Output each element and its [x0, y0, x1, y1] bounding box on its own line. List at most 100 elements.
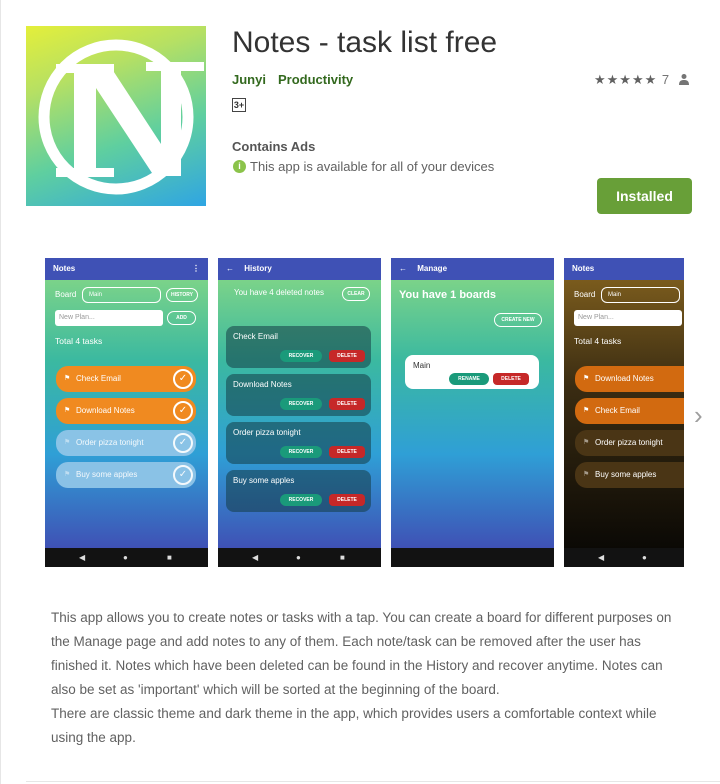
nav-home-icon: ● [123, 553, 128, 562]
task-item: ⚑ Order pizza tonight [575, 430, 684, 456]
task-label: Buy some apples [76, 470, 138, 479]
rating: ★★★★★ 7 [594, 72, 670, 88]
flag-icon: ⚑ [583, 471, 590, 478]
notes-n-logo-icon [38, 39, 204, 195]
description-paragraph: There are classic theme and dark theme i… [51, 706, 657, 745]
back-arrow-icon: ← [226, 264, 234, 273]
delete-button: DELETE [329, 350, 365, 362]
app-icon [26, 26, 206, 206]
task-label: Download Notes [595, 374, 654, 383]
history-item: Check Email RECOVER DELETE [226, 326, 371, 368]
android-nav-bar: ◀ ● [564, 548, 684, 567]
check-icon: ✓ [173, 401, 193, 421]
app-bar: Notes ⋮ [45, 258, 208, 280]
installed-button[interactable]: Installed [597, 178, 692, 214]
history-item-label: Download Notes [233, 380, 292, 389]
task-item: ⚑ Buy some apples ✓ [56, 462, 196, 488]
history-button: HISTORY [166, 288, 198, 302]
history-item-label: Check Email [233, 332, 278, 341]
flag-icon: ⚑ [583, 439, 590, 446]
history-item: Buy some apples RECOVER DELETE [226, 470, 371, 512]
screenshot-notes-dark[interactable]: Notes Board Main New Plan... Total 4 tas… [564, 258, 684, 567]
app-bar: ← Manage [391, 258, 554, 280]
screen-title: Notes [572, 264, 595, 273]
flag-icon: ⚑ [583, 407, 590, 414]
recover-button: RECOVER [280, 398, 322, 410]
delete-button: DELETE [329, 494, 365, 506]
screen-title: Notes [53, 264, 76, 273]
delete-button: DELETE [329, 398, 365, 410]
availability-text: This app is available for all of your de… [250, 159, 495, 174]
info-icon: i [233, 160, 246, 173]
left-divider [0, 0, 1, 784]
android-nav-bar [391, 548, 554, 567]
nav-home-icon: ● [296, 553, 301, 562]
board-select: Main [601, 287, 680, 303]
screenshot-notes-light[interactable]: Notes ⋮ Board Main HISTORY New Plan... A… [45, 258, 208, 567]
nav-home-icon: ● [642, 553, 647, 562]
check-icon: ✓ [173, 369, 193, 389]
delete-button: DELETE [329, 446, 365, 458]
rename-button: RENAME [449, 373, 489, 385]
contains-ads-label: Contains Ads [232, 139, 316, 154]
history-item-label: Buy some apples [233, 476, 295, 485]
task-item: ⚑ Buy some apples [575, 462, 684, 488]
board-name: Main [413, 361, 431, 370]
chevron-right-icon[interactable]: › [694, 400, 703, 431]
deleted-count-text: You have 4 deleted notes [234, 288, 325, 297]
nav-recent-icon: ■ [340, 553, 345, 562]
app-bar: ← History [218, 258, 381, 280]
clear-button: CLEAR [342, 287, 370, 301]
task-label: Download Notes [76, 406, 135, 415]
task-label: Check Email [76, 374, 121, 383]
android-nav-bar: ◀ ● ■ [218, 548, 381, 567]
rating-count: 7 [661, 72, 671, 87]
check-icon: ✓ [173, 433, 193, 453]
description-paragraph: This app allows you to create notes or t… [51, 610, 672, 697]
task-item: ⚑ Check Email [575, 398, 684, 424]
nav-back-icon: ◀ [598, 553, 605, 562]
screen-title: Manage [417, 264, 448, 273]
nav-recent-icon: ■ [167, 553, 172, 562]
total-tasks: Total 4 tasks [574, 336, 622, 346]
app-description: This app allows you to create notes or t… [51, 606, 691, 750]
task-item: ⚑ Download Notes [575, 366, 684, 392]
menu-icon: ⋮ [192, 264, 200, 273]
recover-button: RECOVER [280, 446, 322, 458]
back-arrow-icon: ← [399, 264, 407, 273]
history-item: Order pizza tonight RECOVER DELETE [226, 422, 371, 464]
delete-button: DELETE [493, 373, 529, 385]
flag-icon: ⚑ [64, 471, 71, 478]
task-item: ⚑ Order pizza tonight ✓ [56, 430, 196, 456]
flag-icon: ⚑ [64, 439, 71, 446]
board-label: Board [55, 290, 77, 299]
developer-link[interactable]: Junyi [232, 72, 266, 87]
boards-count-text: You have 1 boards [399, 289, 496, 301]
history-item-label: Order pizza tonight [233, 428, 301, 437]
total-tasks: Total 4 tasks [55, 336, 103, 346]
task-label: Order pizza tonight [76, 438, 144, 447]
age-rating-badge: 3+ [232, 98, 246, 112]
board-label: Board [574, 290, 596, 299]
screenshot-manage[interactable]: ← Manage You have 1 boards CREATE NEW Ma… [391, 258, 554, 567]
add-button: ADD [167, 311, 196, 325]
flag-icon: ⚑ [64, 375, 71, 382]
screenshot-history[interactable]: ← History You have 4 deleted notes CLEAR… [218, 258, 381, 567]
bottom-divider [26, 781, 720, 782]
person-icon [679, 74, 689, 85]
task-item: ⚑ Check Email ✓ [56, 366, 196, 392]
category-link[interactable]: Productivity [278, 72, 353, 87]
history-item: Download Notes RECOVER DELETE [226, 374, 371, 416]
app-title: Notes - task list free [232, 26, 498, 59]
nav-back-icon: ◀ [252, 553, 259, 562]
recover-button: RECOVER [280, 350, 322, 362]
app-bar: Notes [564, 258, 684, 280]
new-plan-input: New Plan... [574, 310, 682, 326]
nav-back-icon: ◀ [79, 553, 86, 562]
recover-button: RECOVER [280, 494, 322, 506]
task-label: Buy some apples [595, 470, 657, 479]
board-card: Main RENAME DELETE [405, 355, 539, 389]
task-item: ⚑ Download Notes ✓ [56, 398, 196, 424]
screen-title: History [244, 264, 272, 273]
create-new-button: CREATE NEW [494, 313, 542, 327]
